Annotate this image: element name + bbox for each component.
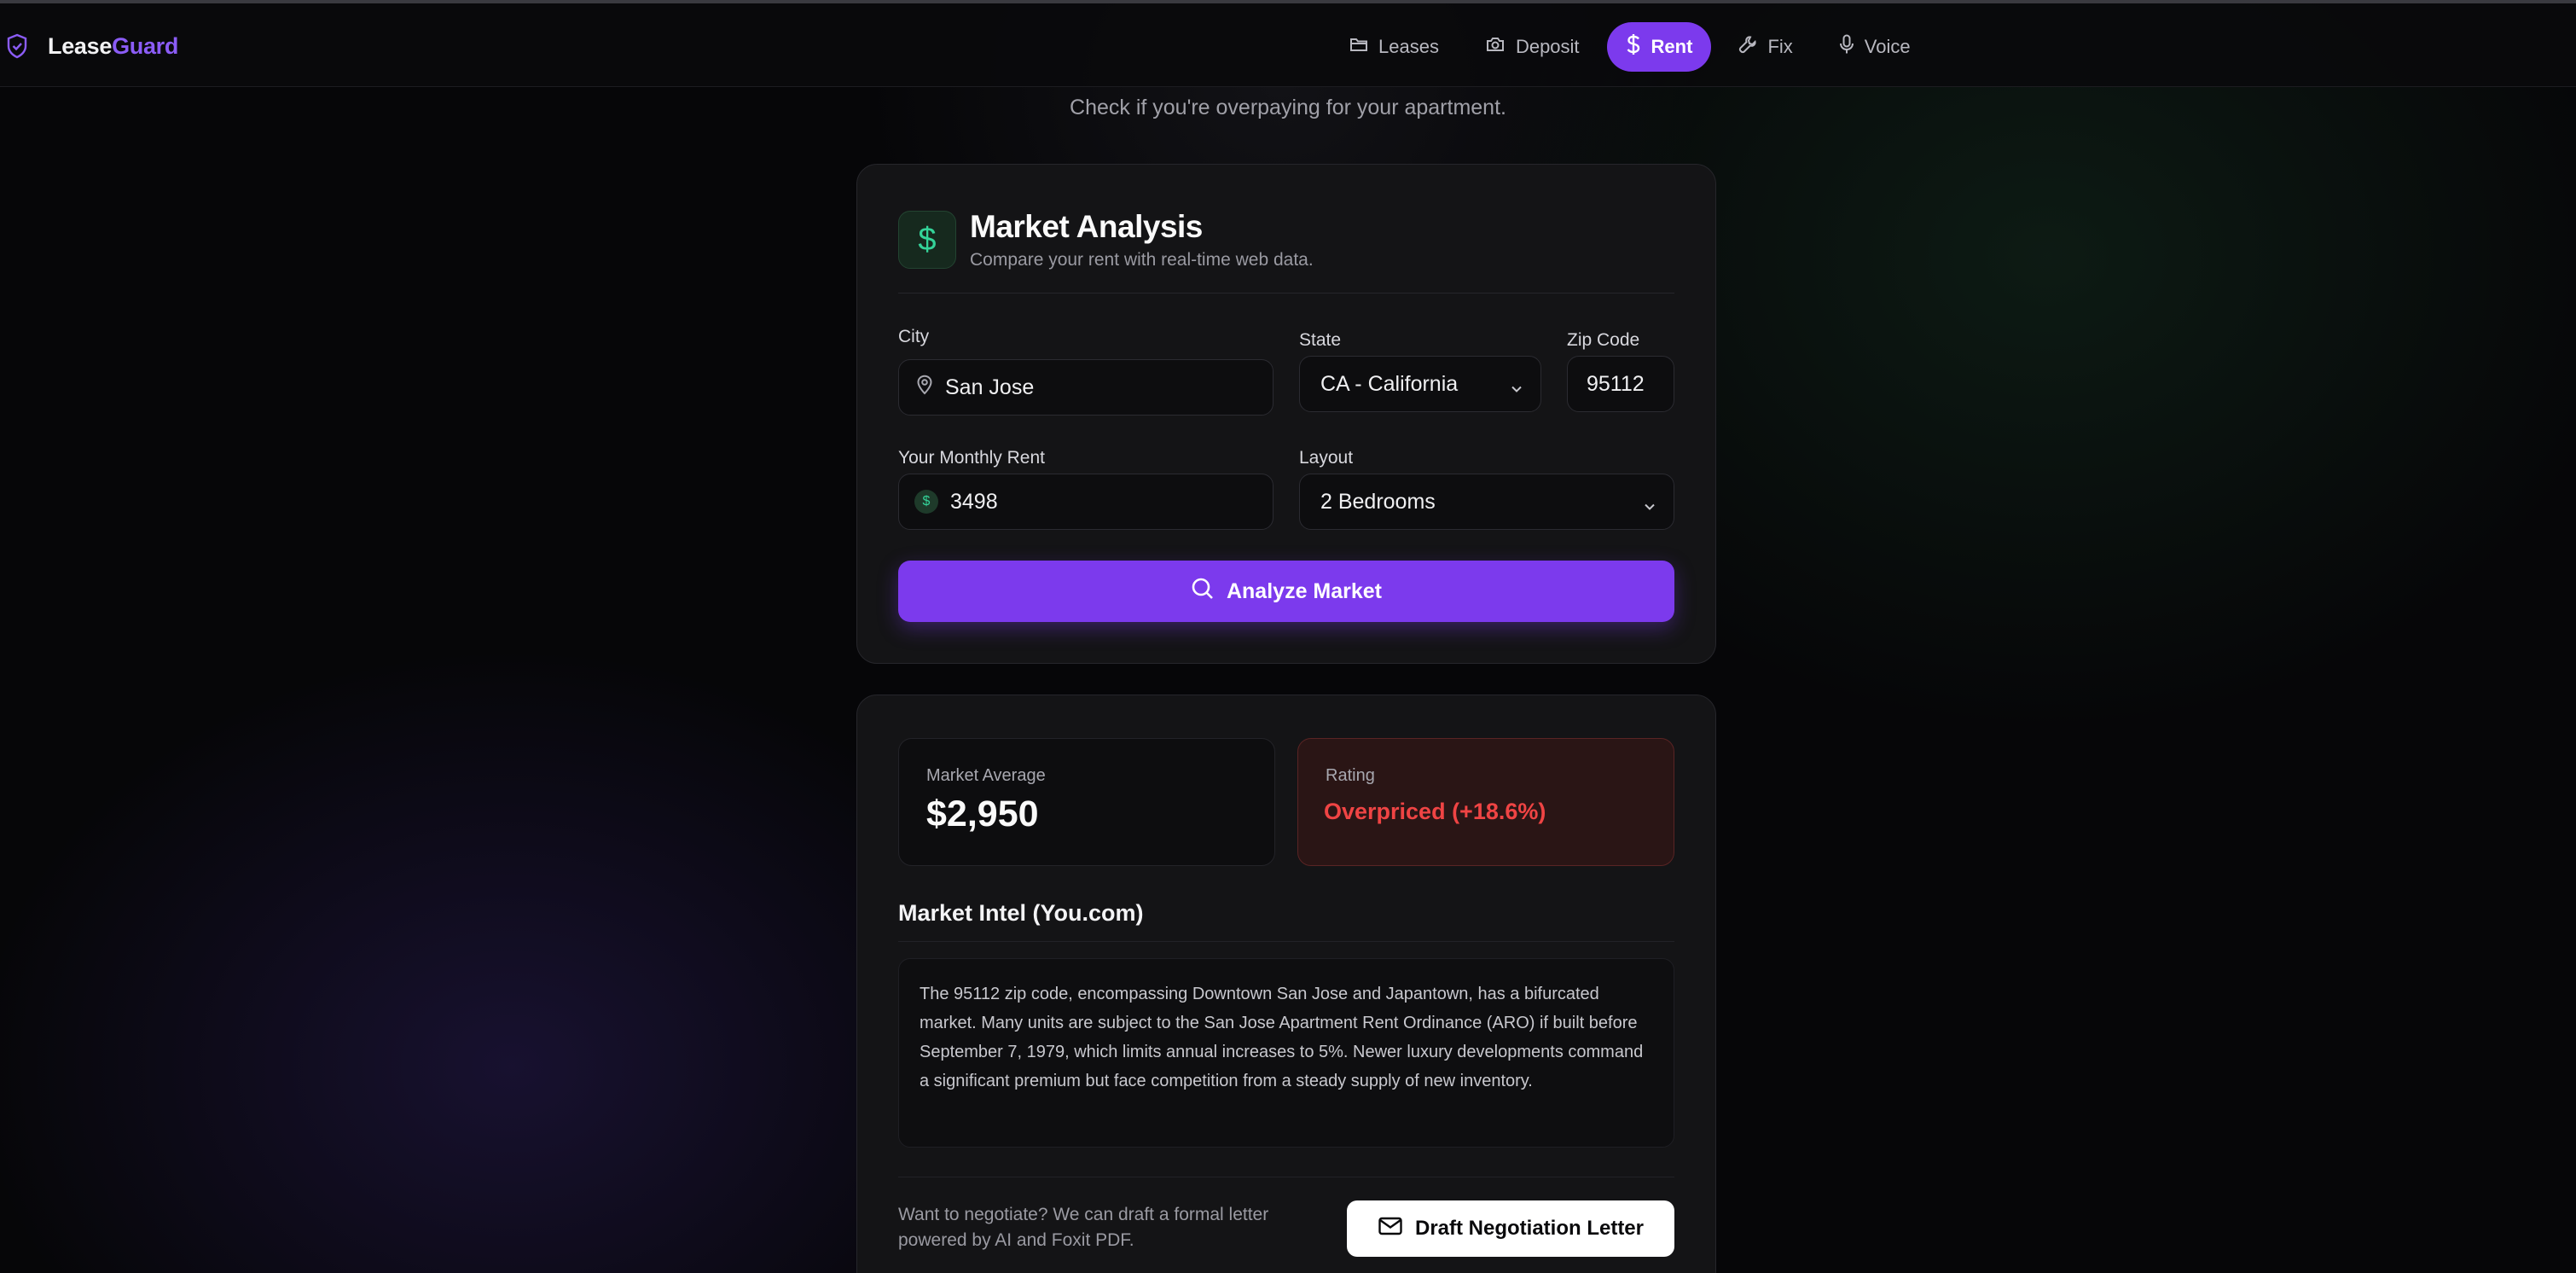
card-subtitle: Compare your rent with real-time web dat… <box>970 250 1314 270</box>
layout-value: 2 Bedrooms <box>1320 489 1436 514</box>
mail-icon <box>1378 1216 1415 1242</box>
brand-name: LeaseGuard <box>48 33 178 60</box>
brand-name-part1: Lease <box>48 32 113 59</box>
layout-label: Layout <box>1299 448 1354 468</box>
chevron-down-icon <box>1643 495 1656 520</box>
divider <box>898 293 1674 294</box>
map-pin-icon <box>916 375 933 401</box>
divider <box>898 941 1674 942</box>
market-intel-title: Market Intel (You.com) <box>898 900 1144 926</box>
market-average-stat: Market Average $2,950 <box>898 738 1275 866</box>
dollar-icon: $ <box>914 490 938 514</box>
shield-icon <box>0 29 34 63</box>
market-average-label: Market Average <box>926 766 1046 785</box>
nav-item-label: Rent <box>1651 36 1693 57</box>
draft-button-label: Draft Negotiation Letter <box>1414 1217 1644 1240</box>
rent-value: 3498 <box>950 489 998 514</box>
negotiate-prompt: Want to negotiate? We can draft a formal… <box>898 1205 1269 1250</box>
market-analysis-card: $ Market Analysis Compare your rent with… <box>856 164 1716 664</box>
brand[interactable]: LeaseGuard <box>0 29 178 63</box>
results-card: Market Average $2,950 Rating Overpriced … <box>856 695 1716 1273</box>
camera-icon <box>1485 36 1516 58</box>
nav-links: Leases Deposit Rent Fix Voice <box>1331 22 1938 72</box>
dollar-icon: $ <box>898 211 956 269</box>
nav-item-voice[interactable]: Voice <box>1820 22 1929 72</box>
top-nav: LeaseGuard Leases Deposit Rent Fix Voice <box>0 0 2576 87</box>
layout-select[interactable]: 2 Bedrooms <box>1299 474 1674 530</box>
zip-label: Zip Code <box>1567 330 1640 350</box>
chevron-down-icon <box>1510 377 1523 402</box>
city-input[interactable]: San Jose <box>898 359 1273 416</box>
wrench-icon <box>1738 35 1767 59</box>
nav-item-rent[interactable]: Rent <box>1606 22 1712 72</box>
nav-item-leases[interactable]: Leases <box>1331 22 1458 72</box>
analyze-button-label: Analyze Market <box>1226 578 1383 603</box>
card-title: Market Analysis <box>970 209 1203 244</box>
rating-label: Rating <box>1326 766 1375 785</box>
nav-item-label: Deposit <box>1515 36 1580 57</box>
page-subtitle: Check if you're overpaying for your apar… <box>1070 96 1506 119</box>
draft-negotiation-letter-button[interactable]: Draft Negotiation Letter <box>1347 1200 1674 1257</box>
zip-code-input[interactable]: 95112 <box>1567 356 1674 412</box>
dollar-icon <box>1626 33 1651 61</box>
brand-name-part2: Guard <box>112 32 179 59</box>
state-select[interactable]: CA - California <box>1299 356 1541 412</box>
state-label: State <box>1299 330 1342 350</box>
monthly-rent-input[interactable]: $ 3498 <box>898 474 1273 530</box>
state-value: CA - California <box>1320 371 1459 396</box>
city-value: San Jose <box>945 375 1035 399</box>
nav-item-label: Fix <box>1767 36 1793 57</box>
nav-item-deposit[interactable]: Deposit <box>1466 22 1598 72</box>
market-intel-text: The 95112 zip code, encompassing Downtow… <box>898 958 1674 1148</box>
rating-value: Overpriced (+18.6%) <box>1324 799 1546 824</box>
rent-label: Your Monthly Rent <box>898 448 1045 468</box>
rating-stat: Rating Overpriced (+18.6%) <box>1297 738 1674 866</box>
analyze-market-button[interactable]: Analyze Market <box>898 561 1674 622</box>
nav-item-label: Voice <box>1864 36 1911 57</box>
search-icon <box>1191 577 1227 607</box>
microphone-icon <box>1839 34 1865 60</box>
nav-item-fix[interactable]: Fix <box>1720 22 1811 72</box>
folder-icon <box>1349 36 1378 58</box>
market-average-value: $2,950 <box>926 793 1039 834</box>
city-label: City <box>898 327 930 346</box>
nav-item-label: Leases <box>1378 36 1439 57</box>
zip-value: 95112 <box>1587 371 1645 396</box>
